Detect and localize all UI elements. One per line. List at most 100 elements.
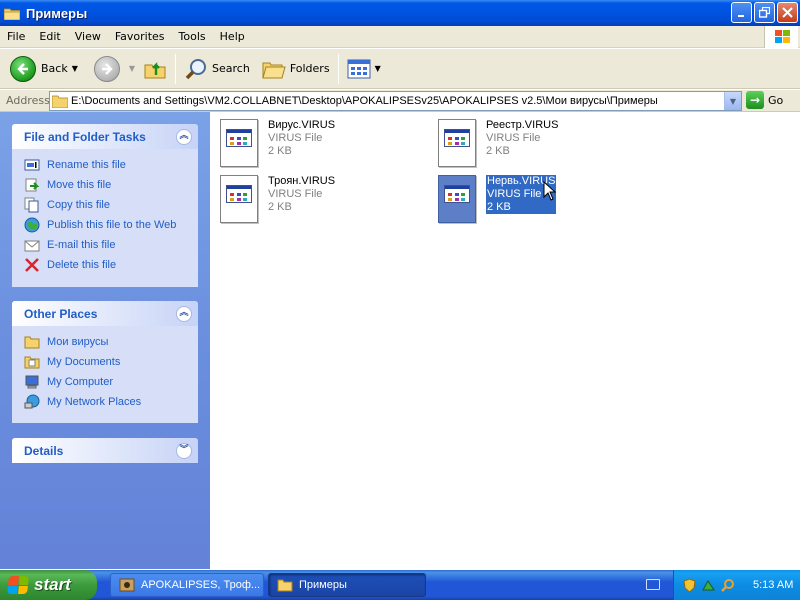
virus-file-icon — [438, 175, 476, 223]
move-file-link[interactable]: Move this file — [24, 175, 198, 195]
go-label: Go — [768, 93, 784, 107]
toolbar-separator — [337, 53, 339, 84]
address-value: E:\Documents and Settings\VM2.COLLABNET\… — [71, 95, 658, 107]
go-button[interactable]: → Go — [746, 91, 783, 109]
taskbar-item-apokalipses[interactable]: APOKALIPSES, Троф... — [110, 573, 264, 597]
folder-icon — [52, 95, 68, 108]
file-item[interactable]: Троян.VIRUS VIRUS File 2 KB — [220, 175, 335, 223]
task-label: Rename this file — [47, 159, 126, 171]
publish-icon — [24, 217, 40, 233]
virus-file-icon — [220, 119, 258, 167]
start-button[interactable]: start — [0, 570, 97, 600]
rename-file-link[interactable]: Rename this file — [24, 155, 198, 175]
file-folder-tasks-header[interactable]: File and Folder Tasks ︽ — [12, 124, 198, 149]
file-folder-tasks-panel: File and Folder Tasks ︽ Rename this file… — [12, 124, 198, 287]
search-icon[interactable] — [720, 578, 735, 593]
close-button[interactable] — [777, 2, 798, 23]
collapse-up-icon[interactable]: ︽ — [176, 128, 192, 145]
network-places-icon — [24, 394, 40, 409]
minimize-button[interactable] — [731, 2, 752, 23]
menu-tools[interactable]: Tools — [172, 30, 213, 43]
up-folder-icon — [144, 61, 166, 78]
file-item[interactable]: Вирус.VIRUS VIRUS File 2 KB — [220, 119, 335, 167]
folder-icon — [24, 336, 40, 349]
title-bar[interactable]: Примеры — [0, 0, 800, 26]
taskbar-item-label: Примеры — [299, 579, 347, 591]
email-file-link[interactable]: E-mail this file — [24, 235, 198, 255]
file-size: 2 KB — [487, 201, 511, 213]
place-label: My Network Places — [47, 396, 142, 408]
windows-logo-icon — [764, 26, 798, 48]
other-places-header[interactable]: Other Places ︽ — [12, 301, 198, 326]
publish-file-link[interactable]: Publish this file to the Web — [24, 215, 198, 235]
my-documents-icon — [24, 356, 40, 369]
expand-down-icon[interactable]: ︾ — [176, 442, 192, 459]
place-my-viruses-link[interactable]: Мои вирусы — [24, 332, 198, 352]
rename-icon — [24, 159, 40, 171]
file-size: 2 KB — [486, 145, 510, 157]
task-label: E-mail this file — [47, 239, 116, 251]
place-my-network-link[interactable]: My Network Places — [24, 392, 198, 412]
views-icon — [347, 59, 371, 78]
address-bar: Address E:\Documents and Settings\VM2.CO… — [0, 90, 800, 112]
file-item-selected[interactable]: Нервь.VIRUS VIRUS File 2 KB — [438, 175, 557, 223]
place-my-computer-link[interactable]: My Computer — [24, 372, 198, 392]
taskbar-item-primery[interactable]: Примеры — [268, 573, 426, 597]
address-label: Address — [6, 94, 50, 107]
clock[interactable]: 5:13 AM — [753, 579, 793, 591]
copy-file-link[interactable]: Copy this file — [24, 195, 198, 215]
place-label: My Documents — [47, 356, 121, 368]
place-my-documents-link[interactable]: My Documents — [24, 352, 198, 372]
file-type: VIRUS File — [268, 132, 323, 144]
search-label: Search — [212, 62, 250, 75]
security-shield-icon[interactable] — [682, 577, 697, 593]
start-label: start — [34, 575, 71, 594]
taskbar-item-label: APOKALIPSES, Троф... — [141, 579, 261, 591]
back-dropdown-icon[interactable]: ▼ — [72, 64, 78, 73]
file-type: VIRUS File — [268, 188, 323, 200]
menu-view[interactable]: View — [68, 30, 108, 43]
panel-title: Details — [24, 443, 64, 458]
delete-file-link[interactable]: Delete this file — [24, 255, 198, 275]
file-name: Троян.VIRUS — [268, 175, 336, 187]
file-name: Вирус.VIRUS — [268, 119, 336, 131]
file-size: 2 KB — [268, 201, 292, 213]
file-size: 2 KB — [268, 145, 292, 157]
views-button[interactable]: ▼ — [343, 52, 385, 86]
virus-file-icon — [220, 175, 258, 223]
panel-title: Other Places — [24, 306, 98, 321]
back-arrow-icon — [10, 55, 36, 82]
menu-file[interactable]: File — [0, 30, 32, 43]
folders-button[interactable]: Folders — [258, 52, 334, 86]
folders-label: Folders — [289, 62, 330, 75]
up-button[interactable] — [139, 52, 171, 86]
back-button[interactable]: Back ▼ — [6, 52, 82, 86]
details-panel: Details ︾ — [12, 438, 198, 463]
back-label: Back — [41, 62, 68, 75]
search-icon — [185, 58, 207, 79]
window-title: Примеры — [26, 5, 88, 21]
task-label: Publish this file to the Web — [47, 219, 177, 231]
file-list[interactable]: Вирус.VIRUS VIRUS File 2 KB Реестр.VIRUS… — [210, 112, 800, 569]
search-button[interactable]: Search — [180, 52, 254, 86]
keyboard-icon[interactable] — [646, 579, 660, 590]
maximize-button[interactable] — [754, 2, 775, 23]
forward-dropdown-icon[interactable]: ▼ — [129, 64, 135, 73]
network-icon[interactable] — [701, 578, 716, 593]
menu-edit[interactable]: Edit — [32, 30, 67, 43]
details-header[interactable]: Details ︾ — [12, 438, 198, 463]
address-input[interactable]: E:\Documents and Settings\VM2.COLLABNET\… — [49, 91, 742, 111]
menu-help[interactable]: Help — [213, 30, 252, 43]
menu-favorites[interactable]: Favorites — [108, 30, 172, 43]
forward-button[interactable]: ▼ — [90, 52, 139, 86]
other-places-panel: Other Places ︽ Мои вирусы My Documents M… — [12, 301, 198, 423]
collapse-up-icon[interactable]: ︽ — [176, 305, 192, 322]
views-dropdown-icon[interactable]: ▼ — [375, 64, 381, 73]
file-item[interactable]: Реестр.VIRUS VIRUS File 2 KB — [438, 119, 558, 167]
copy-icon — [24, 197, 39, 213]
delete-icon — [25, 258, 39, 272]
taskbar: start APOKALIPSES, Троф... Примеры 5:13 … — [0, 570, 800, 600]
address-dropdown-icon[interactable]: ▼ — [724, 92, 741, 110]
virus-file-icon — [438, 119, 476, 167]
windows-flag-icon — [7, 576, 29, 594]
